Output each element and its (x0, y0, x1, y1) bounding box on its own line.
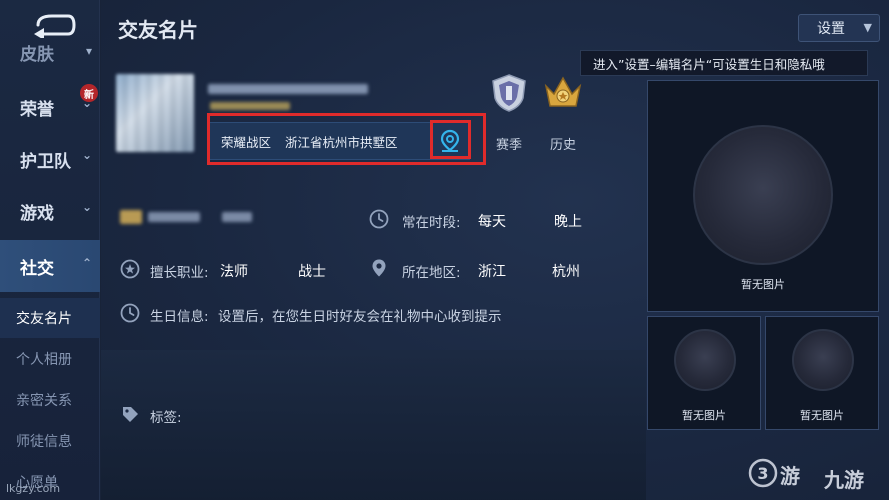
bottom-panel (101, 350, 646, 500)
clock-icon (369, 209, 389, 229)
empty-photo-placeholder-icon (792, 329, 854, 391)
active-time-value-1: 每天 (478, 214, 506, 230)
active-time-label: 常在时段: (402, 215, 461, 231)
settings-label: 设置 (817, 21, 845, 37)
role-label: 擅长职业: (150, 265, 209, 281)
location-marker-icon (372, 259, 386, 277)
birthday-text: 设置后，在您生日时好友会在礼物中心收到提示 (218, 309, 502, 325)
area-value-2: 杭州 (552, 264, 580, 280)
new-badge: 新 (80, 84, 98, 102)
blurred-info (210, 102, 290, 110)
blurred-nickname (208, 84, 368, 94)
logo-circle-icon: 3 (748, 458, 778, 488)
empty-photo-placeholder-icon (674, 329, 736, 391)
tags-label[interactable]: 标签: (150, 406, 182, 426)
area-value-1: 浙江 (478, 264, 506, 280)
logo-text-left: 游 (780, 464, 800, 488)
photo-slot-3[interactable]: 暂无图片 (765, 316, 879, 430)
sub-item-label: 交友名片 (16, 311, 72, 327)
chevron-down-icon: ▼ (863, 21, 872, 34)
photo-slot-main[interactable]: 暂无图片 (647, 80, 879, 312)
blurred-rank-text (148, 212, 200, 222)
avatar[interactable] (116, 74, 194, 152)
sidebar: 皮肤 ▾ 荣誉 ⌄ 新 护卫队 ⌄ 游戏 ⌄ 社交 ⌃ 交友名片 个人相册 亲密… (0, 0, 100, 500)
sub-item-label: 个人相册 (16, 352, 72, 368)
history-crown-icon[interactable] (542, 72, 584, 114)
chevron-down-icon: ⌄ (81, 200, 92, 214)
sub-item-label: 亲密关系 (16, 393, 72, 409)
sidebar-sub-item-intimacy[interactable]: 亲密关系 (0, 380, 100, 420)
empty-photo-placeholder-icon (693, 125, 833, 265)
blurred-rank-value (222, 212, 252, 222)
sidebar-item-guard[interactable]: 护卫队 ⌄ (0, 136, 100, 182)
clock-icon (120, 303, 140, 323)
tag-icon (123, 407, 138, 422)
badge-label-history: 历史 (550, 138, 577, 153)
highlight-box-pin (430, 120, 471, 159)
chevron-down-icon: ⌄ (81, 148, 92, 162)
sidebar-item-game[interactable]: 游戏 ⌄ (0, 188, 100, 234)
sidebar-item-label: 荣誉 (20, 99, 54, 120)
chevron-up-icon: ⌃ (81, 256, 92, 270)
watermark-logo: 3 游 九游 (748, 452, 888, 498)
sidebar-item-label: 社交 (20, 258, 54, 279)
sidebar-item-skins[interactable]: 皮肤 ▾ (0, 32, 100, 72)
sidebar-item-label: 护卫队 (20, 151, 71, 172)
birthday-label: 生日信息: (150, 309, 209, 325)
watermark-site: lkgzy.com (6, 482, 61, 495)
settings-button[interactable]: 设置 ▼ (798, 14, 880, 42)
season-shield-icon[interactable] (488, 72, 530, 114)
star-circle-icon (120, 259, 140, 279)
settings-tooltip: 进入”设置–编辑名片“可设置生日和隐私哦 (580, 50, 868, 76)
sub-item-label: 师徒信息 (16, 434, 72, 450)
sidebar-sub-item-album[interactable]: 个人相册 (0, 339, 100, 379)
empty-photo-label: 暂无图片 (800, 409, 844, 422)
blurred-rank-icon (120, 210, 142, 224)
badge-label-season: 赛季 (496, 138, 523, 153)
role-value-1: 法师 (220, 264, 248, 280)
sidebar-sub-item-mentor[interactable]: 师徒信息 (0, 421, 100, 461)
page-title: 交友名片 (118, 18, 198, 42)
sidebar-item-label: 皮肤 (20, 44, 54, 65)
sidebar-item-social[interactable]: 社交 ⌃ (0, 240, 100, 292)
empty-photo-label: 暂无图片 (682, 409, 726, 422)
empty-photo-label: 暂无图片 (741, 278, 785, 291)
role-value-2: 战士 (298, 264, 326, 280)
sidebar-item-label: 游戏 (20, 203, 54, 224)
svg-text:3: 3 (757, 464, 768, 483)
active-time-value-2: 晚上 (554, 214, 582, 230)
sidebar-sub-item-friend-card[interactable]: 交友名片 (0, 298, 100, 338)
area-label: 所在地区: (402, 265, 461, 281)
photo-slot-2[interactable]: 暂无图片 (647, 316, 761, 430)
chevron-down-icon: ▾ (85, 44, 92, 58)
logo-text-right: 九游 (824, 468, 864, 492)
